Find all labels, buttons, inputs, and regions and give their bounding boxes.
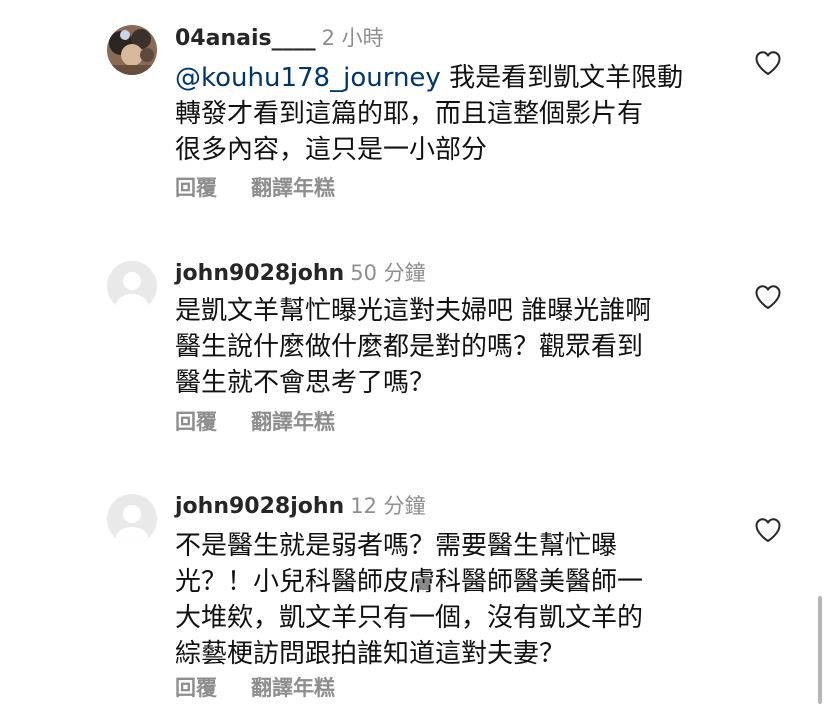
comment-line: 轉發才看到這篇的耶，而且這整個影片有 <box>175 99 644 129</box>
comment-line: 是凱文羊幫忙曝光這對夫婦吧 誰曝光誰啊 <box>175 296 652 326</box>
avatar[interactable] <box>107 25 157 75</box>
photo-avatar-image <box>107 25 157 75</box>
scrollbar[interactable] <box>818 596 822 704</box>
comment-line: 光？！小兒科醫師皮膚科醫師醫美醫師一 <box>175 567 644 597</box>
comment-meta: john9028john 12 分鐘 <box>175 488 426 524</box>
heart-outline-icon[interactable] <box>754 284 782 310</box>
username[interactable]: 04anais____ <box>175 26 316 51</box>
comment-line: 不是醫生就是弱者嗎？需要醫生幫忙曝 <box>175 531 618 561</box>
translate-button[interactable]: 翻譯年糕 <box>251 676 335 700</box>
mention-link[interactable]: @kouhu178_journey <box>175 63 441 93</box>
default-avatar-icon <box>107 261 157 311</box>
username[interactable]: john9028john <box>175 261 344 286</box>
comment-line: 綜藝梗訪問跟拍誰知道這對夫妻？ <box>175 639 566 669</box>
comment-meta: john9028john 50 分鐘 <box>175 255 426 291</box>
comment-text: 是凱文羊幫忙曝光這對夫婦吧 誰曝光誰啊 醫生說什麼做什麼都是對的嗎？觀眾看到 醫… <box>175 293 735 401</box>
comment-line: 醫生說什麼做什麼都是對的嗎？觀眾看到 <box>175 332 644 362</box>
comment-text: @kouhu178_journey 我是看到凱文羊限動 轉發才看到這篇的耶，而且… <box>175 60 735 168</box>
translate-button[interactable]: 翻譯年糕 <box>251 410 335 434</box>
avatar[interactable] <box>107 494 157 544</box>
timestamp: 12 分鐘 <box>350 494 426 518</box>
timestamp: 2 小時 <box>321 26 384 50</box>
heart-outline-icon[interactable] <box>754 517 782 543</box>
comment-line-text: 我是看到凱文羊限動 <box>449 63 684 93</box>
reply-button[interactable]: 回覆 <box>175 410 217 434</box>
comment-line: 大堆欸，凱文羊只有一個，沒有凱文羊的 <box>175 603 644 633</box>
heart-outline-icon[interactable] <box>754 50 782 76</box>
comment-actions: 回覆 翻譯年糕 <box>175 406 335 438</box>
timestamp: 50 分鐘 <box>350 261 426 285</box>
comment-line: 醫生就不會思考了嗎？ <box>175 368 436 398</box>
comment-meta: 04anais____ 2 小時 <box>175 20 384 56</box>
reply-button[interactable]: 回覆 <box>175 676 217 700</box>
comment-text: 不是醫生就是弱者嗎？需要醫生幫忙曝 光？！小兒科醫師皮膚科醫師醫美醫師一 大堆欸… <box>175 528 735 672</box>
reply-button[interactable]: 回覆 <box>175 176 217 200</box>
comment-line: 很多內容，這只是一小部分 <box>175 135 488 165</box>
comment-line: @kouhu178_journey 我是看到凱文羊限動 <box>175 60 735 96</box>
comment-actions: 回覆 翻譯年糕 <box>175 672 335 704</box>
comment-actions: 回覆 翻譯年糕 <box>175 172 335 204</box>
avatar[interactable] <box>107 261 157 311</box>
default-avatar-icon <box>107 494 157 544</box>
username[interactable]: john9028john <box>175 494 344 519</box>
translate-button[interactable]: 翻譯年糕 <box>251 176 335 200</box>
